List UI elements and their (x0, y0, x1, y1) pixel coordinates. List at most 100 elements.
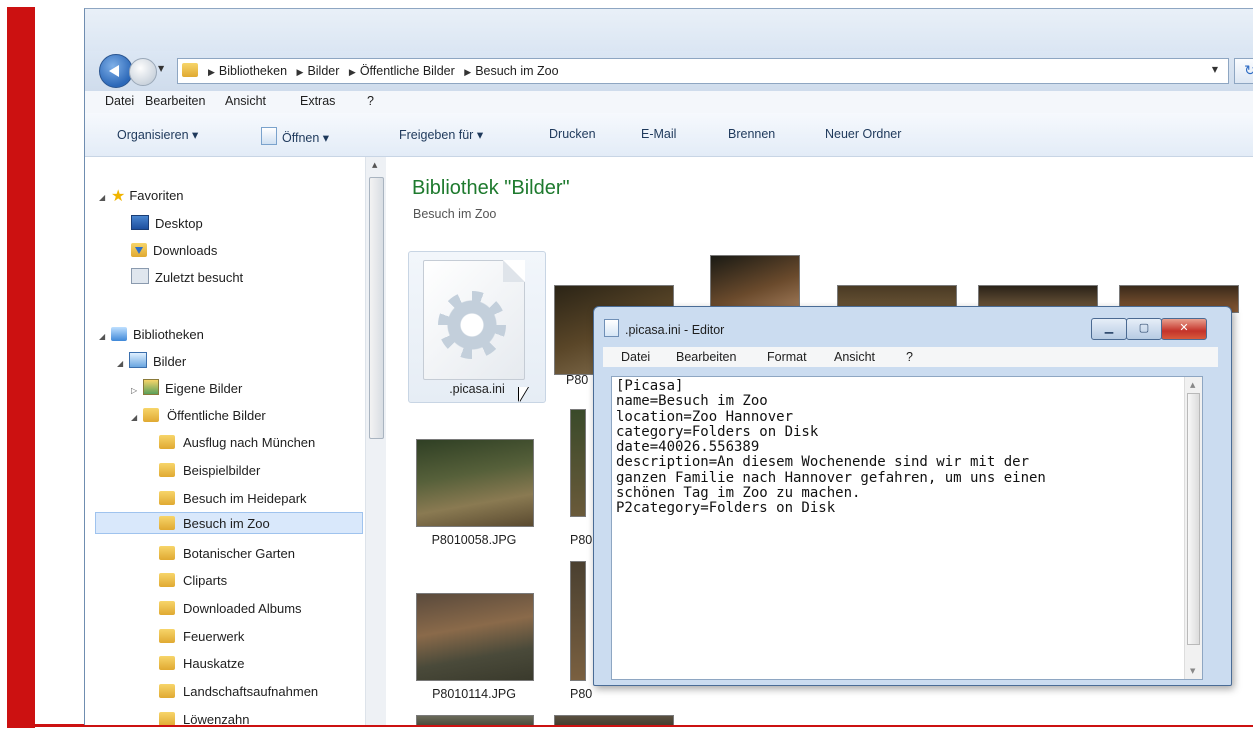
scrollbar-thumb[interactable] (1187, 393, 1200, 645)
tree-label: Bilder (153, 354, 187, 369)
tree-downloads[interactable]: Downloads (131, 240, 217, 262)
tree-pictures[interactable]: ◢ Bilder (117, 351, 186, 373)
tree-label: Hauskatze (183, 656, 245, 671)
expand-icon[interactable]: ◢ (99, 326, 111, 348)
history-dropdown-icon[interactable]: ▼ (158, 64, 164, 73)
tree-folder[interactable]: Hauskatze (159, 653, 244, 675)
folder-icon (143, 408, 159, 422)
photo-thumbnail[interactable] (416, 715, 534, 725)
folder-icon (159, 656, 175, 670)
scroll-down-arrow-icon[interactable]: ▼ (1190, 667, 1195, 675)
address-dropdown-icon[interactable]: ▼ (1212, 65, 1218, 74)
file-name: P8010058.JPG (431, 533, 517, 547)
tree-folder[interactable]: Feuerwerk (159, 626, 244, 648)
tree-folder[interactable]: Downloaded Albums (159, 598, 302, 620)
scroll-up-arrow-icon[interactable]: ▲ (1190, 381, 1195, 389)
folder-icon (159, 601, 175, 615)
tree-label: Downloads (153, 243, 218, 258)
photo-thumbnail[interactable] (416, 439, 534, 527)
notepad-content[interactable]: [Picasa] name=Besuch im Zoo location=Zoo… (616, 378, 1046, 517)
notepad-icon (604, 319, 619, 337)
breadcrumb[interactable]: ▶ Bibliotheken ▶ Bilder ▶ Öffentliche Bilde… (206, 64, 563, 78)
menu-bearbeiten[interactable]: Bearbeiten (676, 347, 736, 367)
menu-help[interactable]: ? (906, 347, 913, 367)
tree-label: Beispielbilder (183, 463, 261, 478)
address-bar[interactable]: ▶ Bibliotheken ▶ Bilder ▶ Öffentliche Bilde… (177, 58, 1229, 84)
burn-button[interactable]: Brennen (728, 127, 775, 141)
organize-button[interactable]: Organisieren ▾ (117, 127, 198, 142)
tree-folder[interactable]: Besuch im Heidepark (159, 488, 307, 510)
collapse-icon[interactable]: ▷ (131, 380, 143, 402)
tree-label: Ausflug nach München (183, 435, 316, 450)
tree-my-pictures[interactable]: ▷ Eigene Bilder (131, 378, 242, 400)
breadcrumb-item[interactable]: Besuch im Zoo (475, 64, 558, 78)
new-folder-button[interactable]: Neuer Ordner (825, 127, 901, 141)
tree-libraries[interactable]: ◢ Bibliotheken (99, 324, 204, 346)
file-name: P80 (570, 533, 593, 547)
recent-places-icon (131, 268, 149, 284)
print-button[interactable]: Drucken (549, 127, 596, 141)
photo-thumbnail[interactable] (570, 409, 586, 517)
expand-icon[interactable]: ◢ (131, 407, 143, 429)
tree-folder[interactable]: Beispielbilder (159, 460, 260, 482)
tree-label: Besuch im Zoo (183, 516, 270, 531)
menu-ansicht[interactable]: Ansicht (225, 94, 266, 108)
file-tile-picasa-ini[interactable]: .picasa.ini (408, 251, 546, 403)
scroll-up-arrow-icon[interactable]: ▲ (372, 161, 377, 169)
menu-help[interactable]: ? (367, 94, 374, 108)
library-icon (111, 327, 127, 341)
tree-favorites[interactable]: ◢ ★ Favoriten (99, 185, 184, 207)
open-document-icon (261, 127, 277, 145)
maximize-button[interactable]: ▢ (1126, 318, 1162, 340)
folder-icon (159, 684, 175, 698)
menu-extras[interactable]: Extras (300, 94, 335, 108)
photo-thumbnail[interactable] (554, 715, 674, 725)
expand-icon[interactable]: ◢ (117, 353, 129, 375)
command-bar: Organisieren ▾ Öffnen ▾ Freigeben für ▾ … (85, 113, 1253, 157)
back-arrow-icon[interactable] (99, 54, 133, 88)
file-tile[interactable]: P80 (538, 373, 588, 393)
breadcrumb-item[interactable]: Öffentliche Bilder (360, 64, 455, 78)
star-icon: ★ (111, 188, 126, 205)
breadcrumb-separator-icon: ▶ (208, 67, 215, 77)
forward-arrow-icon[interactable] (129, 58, 157, 86)
downloads-icon (131, 243, 147, 257)
menu-bearbeiten[interactable]: Bearbeiten (145, 94, 205, 108)
tree-recent[interactable]: Zuletzt besucht (131, 267, 243, 289)
tree-folder[interactable]: Löwenzahn (159, 709, 250, 725)
tree-folder[interactable]: Cliparts (159, 570, 227, 592)
folder-icon (159, 491, 175, 505)
tree-label: Favoriten (129, 188, 184, 203)
tree-folder[interactable]: Landschaftsaufnahmen (159, 681, 318, 703)
minimize-button[interactable]: ▁ (1091, 318, 1127, 340)
photo-thumbnail[interactable] (416, 593, 534, 681)
menu-datei[interactable]: Datei (621, 347, 650, 367)
open-button[interactable]: Öffnen ▾ (261, 127, 329, 145)
scrollbar-thumb[interactable] (369, 177, 384, 439)
tree-public-pictures[interactable]: ◢ Öffentliche Bilder (131, 405, 266, 427)
close-button[interactable]: ✕ (1161, 318, 1207, 340)
tree-folder[interactable]: Ausflug nach München (159, 432, 315, 454)
menu-datei[interactable]: Datei (105, 94, 134, 108)
folder-icon (159, 463, 175, 477)
folder-icon (159, 435, 175, 449)
breadcrumb-item[interactable]: Bilder (307, 64, 339, 78)
tree-folder-selected[interactable]: Besuch im Zoo (95, 512, 363, 534)
tree-desktop[interactable]: Desktop (131, 213, 203, 235)
email-button[interactable]: E-Mail (641, 127, 676, 141)
menu-format[interactable]: Format (767, 347, 807, 367)
refresh-icon[interactable]: ↻ (1234, 58, 1253, 84)
notepad-text-area[interactable]: [Picasa] name=Besuch im Zoo location=Zoo… (611, 376, 1203, 680)
breadcrumb-item[interactable]: Bibliotheken (219, 64, 287, 78)
notepad-window: .picasa.ini - Editor ▁ ▢ ✕ Datei Bearbei… (593, 306, 1232, 686)
tree-folder[interactable]: Botanischer Garten (159, 543, 295, 565)
menu-ansicht[interactable]: Ansicht (834, 347, 875, 367)
share-button[interactable]: Freigeben für ▾ (399, 127, 483, 142)
folder-icon (159, 712, 175, 725)
nav-scrollbar[interactable]: ▲ (365, 157, 386, 725)
tree-label: Öffentliche Bilder (167, 408, 266, 423)
notepad-scrollbar[interactable]: ▲ ▼ (1184, 377, 1202, 679)
photo-thumbnail[interactable] (570, 561, 586, 681)
expand-icon[interactable]: ◢ (99, 187, 111, 209)
tree-label: Downloaded Albums (183, 601, 302, 616)
